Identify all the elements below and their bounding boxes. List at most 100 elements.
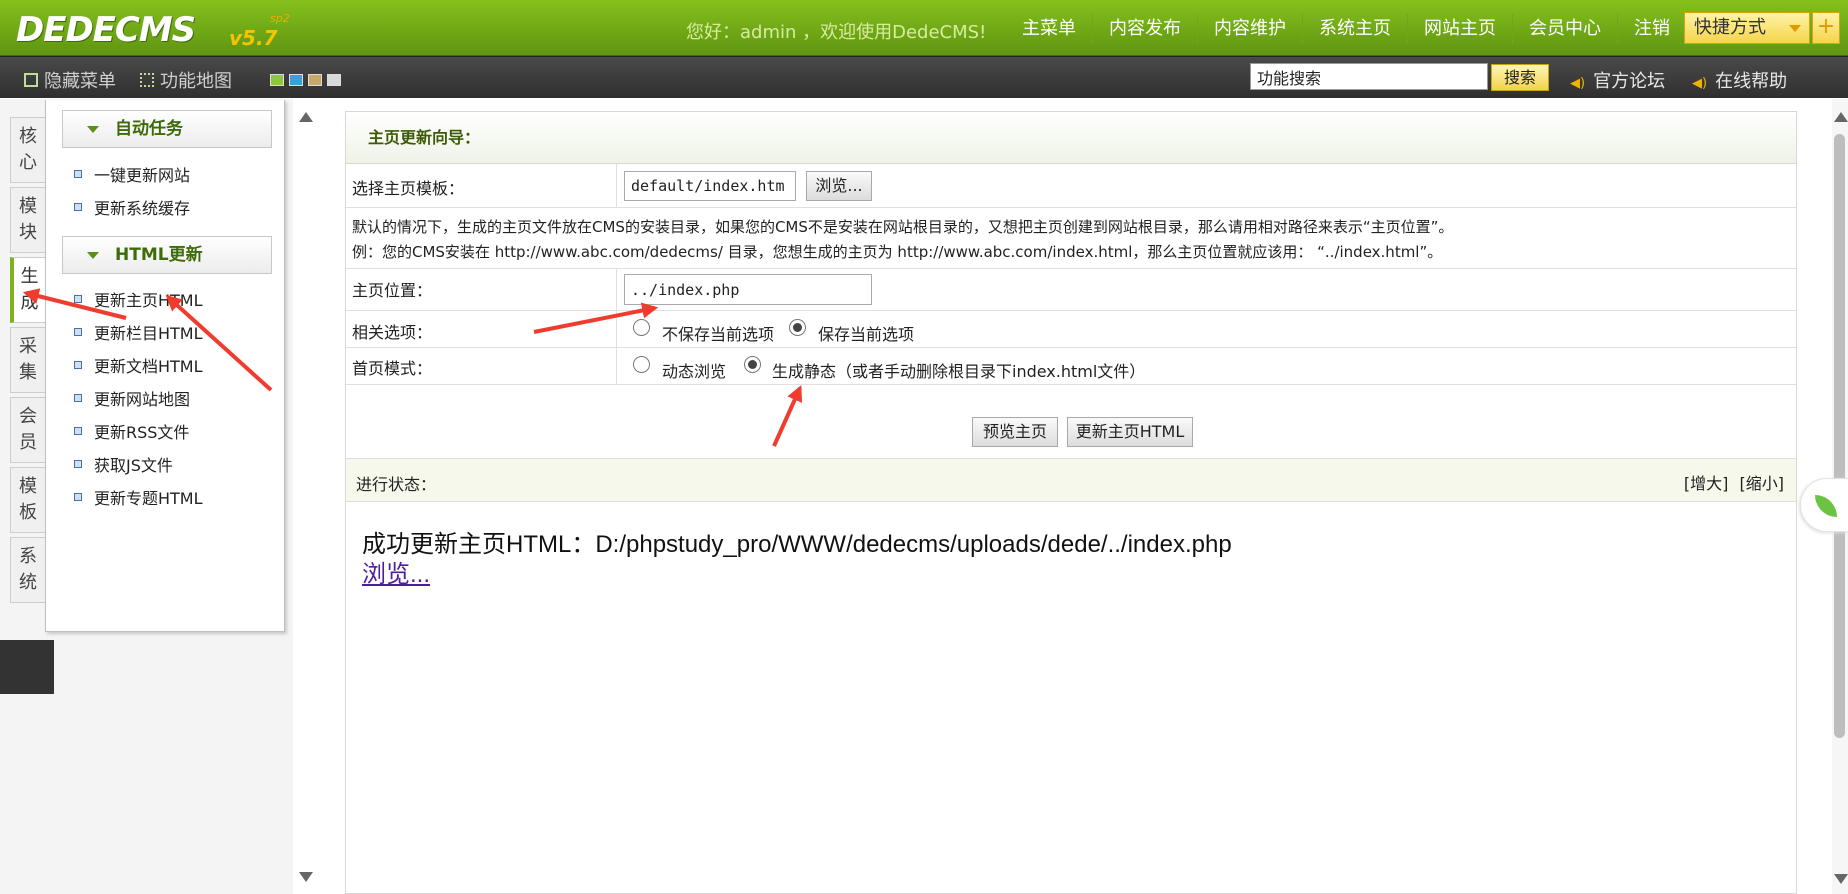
mode-dynamic-radio[interactable] bbox=[633, 356, 650, 373]
vtab-core[interactable]: 核心 bbox=[10, 117, 46, 183]
position-row: 主页位置： bbox=[346, 269, 1796, 311]
menu-section-html-update[interactable]: HTML更新 bbox=[62, 236, 272, 274]
info-line-1: 默认的情况下，生成的主页文件放在CMS的安装目录，如果您的CMS不是安装在网站根… bbox=[352, 218, 1454, 236]
nav-publish[interactable]: 内容发布 bbox=[1092, 14, 1197, 44]
bullet-icon bbox=[74, 493, 82, 501]
skin-brown-swatch[interactable] bbox=[308, 74, 322, 86]
menu-section-auto-tasks[interactable]: 自动任务 bbox=[62, 110, 272, 148]
quick-shortcut-button[interactable]: 快捷方式 bbox=[1684, 12, 1810, 44]
bullet-icon bbox=[74, 394, 82, 402]
menu-item-label: 更新主页HTML bbox=[94, 291, 203, 310]
floating-widget[interactable] bbox=[1800, 478, 1848, 532]
progress-status-bar: 进行状态： [增大] [缩小] bbox=[346, 458, 1796, 502]
menu-item-one-click-update[interactable]: 一键更新网站 bbox=[74, 162, 190, 186]
add-shortcut-button[interactable]: + bbox=[1812, 12, 1840, 44]
speaker-icon: ◀) bbox=[1570, 76, 1586, 91]
result-message: 成功更新主页HTML：D:/phpstudy_pro/WWW/dedecms/u… bbox=[362, 531, 1232, 558]
menu-item-get-js[interactable]: 获取JS文件 bbox=[74, 452, 173, 476]
chevron-down-icon bbox=[1789, 25, 1801, 32]
position-label: 主页位置： bbox=[352, 281, 433, 300]
option-not-save-radio[interactable] bbox=[633, 319, 650, 336]
scrollbar-thumb[interactable] bbox=[1834, 134, 1845, 738]
vtab-system[interactable]: 系统 bbox=[10, 537, 46, 603]
option-not-save-label[interactable]: 不保存当前选项 bbox=[662, 321, 774, 345]
function-map-button[interactable]: 功能地图 bbox=[140, 67, 232, 93]
menu-item-label: 更新系统缓存 bbox=[94, 199, 191, 218]
scroll-up-arrow-icon[interactable] bbox=[1834, 112, 1848, 122]
panel-icon bbox=[24, 73, 38, 87]
hide-menu-button[interactable]: 隐藏菜单 bbox=[24, 67, 116, 93]
option-save-label[interactable]: 保存当前选项 bbox=[818, 321, 914, 345]
search-button[interactable]: 搜索 bbox=[1491, 64, 1549, 91]
update-homepage-html-button[interactable]: 更新主页HTML bbox=[1067, 417, 1193, 447]
scroll-up-arrow-icon[interactable] bbox=[299, 112, 313, 122]
menu-section-title: HTML更新 bbox=[115, 245, 203, 265]
chevron-down-icon bbox=[87, 252, 99, 259]
option-save-radio[interactable] bbox=[789, 319, 806, 336]
skin-green-swatch[interactable] bbox=[270, 74, 284, 86]
hide-menu-label: 隐藏菜单 bbox=[44, 71, 116, 92]
online-help-label: 在线帮助 bbox=[1715, 71, 1788, 92]
collapse-thumbnail[interactable] bbox=[0, 640, 54, 694]
mode-label: 首页模式： bbox=[352, 359, 433, 378]
info-row: 默认的情况下，生成的主页文件放在CMS的安装目录，如果您的CMS不是安装在网站根… bbox=[346, 208, 1796, 269]
menu-item-update-rss[interactable]: 更新RSS文件 bbox=[74, 419, 189, 443]
template-input[interactable] bbox=[624, 171, 796, 201]
column-divider bbox=[616, 269, 617, 311]
skin-blue-swatch[interactable] bbox=[289, 74, 303, 86]
nav-logout[interactable]: 注销 bbox=[1617, 14, 1686, 44]
mode-static-label[interactable]: 生成静态（或者手动删除根目录下index.html文件） bbox=[772, 358, 1145, 382]
toolbar: 隐藏菜单 功能地图 搜索 ◀) 官方论坛 ◀) 在线帮助 bbox=[0, 56, 1848, 98]
online-help-link[interactable]: ◀) 在线帮助 bbox=[1692, 67, 1787, 93]
skin-gray-swatch[interactable] bbox=[327, 74, 341, 86]
mode-static-radio[interactable] bbox=[744, 356, 761, 373]
official-forum-link[interactable]: ◀) 官方论坛 bbox=[1570, 67, 1665, 93]
options-label: 相关选项： bbox=[352, 323, 433, 342]
leaf-icon bbox=[1815, 495, 1837, 517]
side-menu-panel: 自动任务 一键更新网站 更新系统缓存 HTML更新 更新主页HTML 更新栏目H… bbox=[45, 100, 285, 632]
column-divider bbox=[616, 164, 617, 208]
bullet-icon bbox=[74, 170, 82, 178]
vtab-templates[interactable]: 模板 bbox=[10, 467, 46, 533]
menu-item-update-documents[interactable]: 更新文档HTML bbox=[74, 353, 203, 377]
menu-item-update-topics[interactable]: 更新专题HTML bbox=[74, 485, 203, 509]
vtab-modules[interactable]: 模块 bbox=[10, 187, 46, 253]
browse-template-button[interactable]: 浏览... bbox=[806, 171, 872, 201]
vtab-generate[interactable]: 生成 bbox=[10, 257, 46, 323]
grid-icon bbox=[140, 73, 154, 87]
menu-item-label: 更新栏目HTML bbox=[94, 324, 203, 343]
options-row: 相关选项： 不保存当前选项 保存当前选项 bbox=[346, 311, 1796, 348]
vtab-collect[interactable]: 采集 bbox=[10, 327, 46, 393]
scroll-down-arrow-icon[interactable] bbox=[299, 872, 313, 882]
menu-item-update-columns[interactable]: 更新栏目HTML bbox=[74, 320, 203, 344]
top-nav: 主菜单 内容发布 内容维护 系统主页 网站主页 会员中心 注销 bbox=[1006, 14, 1686, 44]
menu-item-label: 更新专题HTML bbox=[94, 489, 203, 508]
function-map-label: 功能地图 bbox=[160, 71, 232, 92]
vtab-members[interactable]: 会员 bbox=[10, 397, 46, 463]
nav-site-home[interactable]: 网站主页 bbox=[1407, 14, 1512, 44]
menu-item-update-sitemap[interactable]: 更新网站地图 bbox=[74, 386, 190, 410]
homepage-update-form: 主页更新向导： 选择主页模板： 浏览... 默认的情况下，生成的主页文件放在CM… bbox=[345, 111, 1797, 894]
position-input[interactable] bbox=[624, 274, 872, 305]
bullet-icon bbox=[74, 361, 82, 369]
nav-maintain[interactable]: 内容维护 bbox=[1197, 14, 1302, 44]
nav-member-center[interactable]: 会员中心 bbox=[1512, 14, 1617, 44]
nav-main-menu[interactable]: 主菜单 bbox=[1006, 14, 1092, 44]
enlarge-button[interactable]: [增大] bbox=[1684, 474, 1729, 493]
menu-item-update-cache[interactable]: 更新系统缓存 bbox=[74, 195, 190, 219]
menu-item-update-homepage[interactable]: 更新主页HTML bbox=[74, 287, 203, 311]
scroll-down-arrow-icon[interactable] bbox=[1834, 874, 1848, 884]
browse-result-link[interactable]: 浏览... bbox=[362, 554, 430, 589]
menu-section-title: 自动任务 bbox=[115, 119, 183, 139]
mode-dynamic-label[interactable]: 动态浏览 bbox=[662, 358, 726, 382]
preview-homepage-button[interactable]: 预览主页 bbox=[972, 417, 1058, 447]
shrink-button[interactable]: [缩小] bbox=[1740, 474, 1785, 493]
quick-shortcut-label: 快捷方式 bbox=[1694, 17, 1766, 38]
function-search-input[interactable] bbox=[1250, 63, 1488, 90]
bullet-icon bbox=[74, 295, 82, 303]
column-divider bbox=[616, 311, 617, 348]
speaker-icon: ◀) bbox=[1692, 76, 1708, 91]
menu-item-label: 一键更新网站 bbox=[94, 166, 191, 185]
menu-item-label: 更新文档HTML bbox=[94, 357, 203, 376]
nav-system-home[interactable]: 系统主页 bbox=[1302, 14, 1407, 44]
